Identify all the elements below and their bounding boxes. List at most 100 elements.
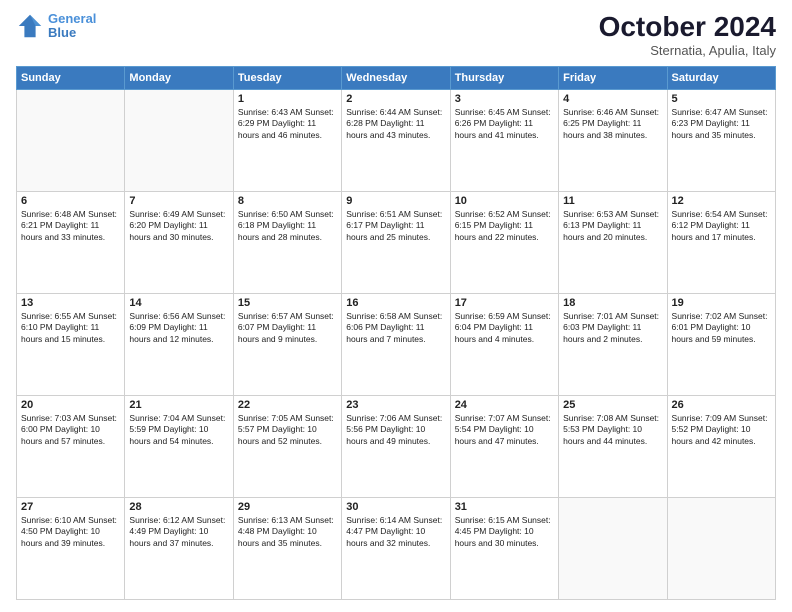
week-row-4: 20 Sunrise: 7:03 AM Sunset: 6:00 PM Dayli… [17, 395, 776, 497]
day-number: 1 [238, 93, 337, 105]
cell-info: Sunrise: 7:05 AM Sunset: 5:57 PM Dayligh… [238, 413, 337, 447]
cell-info: Sunrise: 6:55 AM Sunset: 6:10 PM Dayligh… [21, 311, 120, 345]
cell-info: Sunrise: 7:06 AM Sunset: 5:56 PM Dayligh… [346, 413, 445, 447]
page: General Blue October 2024 Sternatia, Apu… [0, 0, 792, 612]
cell-info: Sunrise: 6:49 AM Sunset: 6:20 PM Dayligh… [129, 209, 228, 243]
calendar-cell [17, 89, 125, 191]
calendar-table: SundayMondayTuesdayWednesdayThursdayFrid… [16, 66, 776, 600]
header: General Blue October 2024 Sternatia, Apu… [16, 12, 776, 58]
calendar-cell: 6 Sunrise: 6:48 AM Sunset: 6:21 PM Daylig… [17, 191, 125, 293]
cell-info: Sunrise: 7:09 AM Sunset: 5:52 PM Dayligh… [672, 413, 771, 447]
day-number: 30 [346, 501, 445, 513]
calendar-cell: 10 Sunrise: 6:52 AM Sunset: 6:15 PM Dayli… [450, 191, 558, 293]
calendar-cell: 8Sunrise: 6:50 AM Sunset: 6:18 PM Daylig… [233, 191, 341, 293]
calendar-cell: 1 Sunrise: 6:43 AM Sunset: 6:29 PM Daylig… [233, 89, 341, 191]
cell-info: Sunrise: 6:44 AM Sunset: 6:28 PM Dayligh… [346, 107, 445, 141]
location-subtitle: Sternatia, Apulia, Italy [599, 43, 776, 58]
cell-info: Sunrise: 6:47 AM Sunset: 6:23 PM Dayligh… [672, 107, 771, 141]
day-number: 19 [672, 297, 771, 309]
day-number: 27 [21, 501, 120, 513]
calendar-cell: 4Sunrise: 6:46 AM Sunset: 6:25 PM Daylig… [559, 89, 667, 191]
cell-info: Sunrise: 7:04 AM Sunset: 5:59 PM Dayligh… [129, 413, 228, 447]
cell-info: Sunrise: 6:10 AM Sunset: 4:50 PM Dayligh… [21, 515, 120, 549]
day-number: 16 [346, 297, 445, 309]
cell-info: Sunrise: 6:56 AM Sunset: 6:09 PM Dayligh… [129, 311, 228, 345]
week-row-1: 1 Sunrise: 6:43 AM Sunset: 6:29 PM Daylig… [17, 89, 776, 191]
cell-info: Sunrise: 6:52 AM Sunset: 6:15 PM Dayligh… [455, 209, 554, 243]
weekday-header-wednesday: Wednesday [342, 66, 450, 89]
logo-icon [16, 12, 44, 40]
cell-info: Sunrise: 6:57 AM Sunset: 6:07 PM Dayligh… [238, 311, 337, 345]
calendar-cell: 27 Sunrise: 6:10 AM Sunset: 4:50 PM Dayli… [17, 497, 125, 599]
cell-info: Sunrise: 6:58 AM Sunset: 6:06 PM Dayligh… [346, 311, 445, 345]
cell-info: Sunrise: 7:02 AM Sunset: 6:01 PM Dayligh… [672, 311, 771, 345]
weekday-header-sunday: Sunday [17, 66, 125, 89]
cell-info: Sunrise: 7:07 AM Sunset: 5:54 PM Dayligh… [455, 413, 554, 447]
calendar-cell: 25 Sunrise: 7:08 AM Sunset: 5:53 PM Dayli… [559, 395, 667, 497]
cell-info: Sunrise: 7:01 AM Sunset: 6:03 PM Dayligh… [563, 311, 662, 345]
calendar-cell: 3 Sunrise: 6:45 AM Sunset: 6:26 PM Daylig… [450, 89, 558, 191]
day-number: 23 [346, 399, 445, 411]
day-number: 28 [129, 501, 228, 513]
cell-info: Sunrise: 6:54 AM Sunset: 6:12 PM Dayligh… [672, 209, 771, 243]
day-number: 14 [129, 297, 228, 309]
week-row-5: 27 Sunrise: 6:10 AM Sunset: 4:50 PM Dayli… [17, 497, 776, 599]
day-number: 13 [21, 297, 120, 309]
day-number: 4 [563, 93, 662, 105]
week-row-3: 13 Sunrise: 6:55 AM Sunset: 6:10 PM Dayli… [17, 293, 776, 395]
day-number: 6 [21, 195, 120, 207]
weekday-header-row: SundayMondayTuesdayWednesdayThursdayFrid… [17, 66, 776, 89]
weekday-header-friday: Friday [559, 66, 667, 89]
cell-info: Sunrise: 6:43 AM Sunset: 6:29 PM Dayligh… [238, 107, 337, 141]
day-number: 25 [563, 399, 662, 411]
calendar-cell: 23 Sunrise: 7:06 AM Sunset: 5:56 PM Dayli… [342, 395, 450, 497]
cell-info: Sunrise: 6:59 AM Sunset: 6:04 PM Dayligh… [455, 311, 554, 345]
calendar-cell: 12 Sunrise: 6:54 AM Sunset: 6:12 PM Dayli… [667, 191, 775, 293]
calendar-body: 1 Sunrise: 6:43 AM Sunset: 6:29 PM Daylig… [17, 89, 776, 599]
calendar-cell: 28 Sunrise: 6:12 AM Sunset: 4:49 PM Dayli… [125, 497, 233, 599]
cell-info: Sunrise: 6:15 AM Sunset: 4:45 PM Dayligh… [455, 515, 554, 549]
calendar-cell: 20 Sunrise: 7:03 AM Sunset: 6:00 PM Dayli… [17, 395, 125, 497]
calendar-cell: 14 Sunrise: 6:56 AM Sunset: 6:09 PM Dayli… [125, 293, 233, 395]
cell-info: Sunrise: 6:12 AM Sunset: 4:49 PM Dayligh… [129, 515, 228, 549]
day-number: 18 [563, 297, 662, 309]
calendar-cell: 19 Sunrise: 7:02 AM Sunset: 6:01 PM Dayli… [667, 293, 775, 395]
cell-info: Sunrise: 6:48 AM Sunset: 6:21 PM Dayligh… [21, 209, 120, 243]
day-number: 7 [129, 195, 228, 207]
title-block: October 2024 Sternatia, Apulia, Italy [599, 12, 776, 58]
day-number: 2 [346, 93, 445, 105]
cell-info: Sunrise: 7:03 AM Sunset: 6:00 PM Dayligh… [21, 413, 120, 447]
cell-info: Sunrise: 7:08 AM Sunset: 5:53 PM Dayligh… [563, 413, 662, 447]
day-number: 31 [455, 501, 554, 513]
calendar-cell: 22 Sunrise: 7:05 AM Sunset: 5:57 PM Dayli… [233, 395, 341, 497]
day-number: 5 [672, 93, 771, 105]
day-number: 11 [563, 195, 662, 207]
cell-info: Sunrise: 6:45 AM Sunset: 6:26 PM Dayligh… [455, 107, 554, 141]
cell-info: Sunrise: 6:50 AM Sunset: 6:18 PM Dayligh… [238, 209, 337, 243]
calendar-cell: 30Sunrise: 6:14 AM Sunset: 4:47 PM Dayli… [342, 497, 450, 599]
calendar-cell: 21 Sunrise: 7:04 AM Sunset: 5:59 PM Dayli… [125, 395, 233, 497]
calendar-cell: 2 Sunrise: 6:44 AM Sunset: 6:28 PM Daylig… [342, 89, 450, 191]
day-number: 10 [455, 195, 554, 207]
day-number: 17 [455, 297, 554, 309]
calendar-cell: 7 Sunrise: 6:49 AM Sunset: 6:20 PM Daylig… [125, 191, 233, 293]
weekday-header-thursday: Thursday [450, 66, 558, 89]
weekday-header-monday: Monday [125, 66, 233, 89]
day-number: 12 [672, 195, 771, 207]
day-number: 29 [238, 501, 337, 513]
calendar-cell: 26 Sunrise: 7:09 AM Sunset: 5:52 PM Dayli… [667, 395, 775, 497]
day-number: 26 [672, 399, 771, 411]
calendar-cell: 11 Sunrise: 6:53 AM Sunset: 6:13 PM Dayli… [559, 191, 667, 293]
day-number: 24 [455, 399, 554, 411]
calendar-cell: 17 Sunrise: 6:59 AM Sunset: 6:04 PM Dayli… [450, 293, 558, 395]
calendar-cell: 13 Sunrise: 6:55 AM Sunset: 6:10 PM Dayli… [17, 293, 125, 395]
calendar-cell: 5 Sunrise: 6:47 AM Sunset: 6:23 PM Daylig… [667, 89, 775, 191]
day-number: 15 [238, 297, 337, 309]
day-number: 20 [21, 399, 120, 411]
week-row-2: 6 Sunrise: 6:48 AM Sunset: 6:21 PM Daylig… [17, 191, 776, 293]
day-number: 3 [455, 93, 554, 105]
calendar-cell: 24 Sunrise: 7:07 AM Sunset: 5:54 PM Dayli… [450, 395, 558, 497]
day-number: 22 [238, 399, 337, 411]
cell-info: Sunrise: 6:53 AM Sunset: 6:13 PM Dayligh… [563, 209, 662, 243]
day-number: 21 [129, 399, 228, 411]
